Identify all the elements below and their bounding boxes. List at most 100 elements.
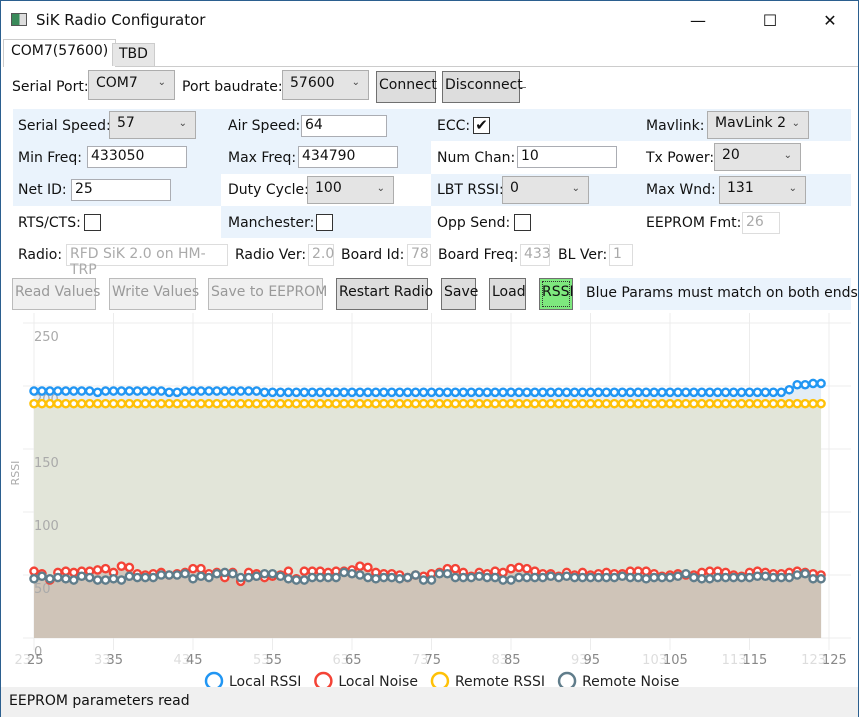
minimize-button[interactable]: — (675, 1, 721, 39)
data-point (299, 398, 310, 409)
duty-cycle-select[interactable]: 100 ⌄ (307, 176, 394, 204)
opp-send-checkbox[interactable] (514, 214, 531, 231)
ecc-checkbox[interactable]: ✔ (473, 117, 490, 134)
data-point (649, 572, 659, 583)
restart-radio-button[interactable]: Restart Radio (336, 278, 433, 310)
rssi-button[interactable]: RSSI (539, 278, 574, 310)
data-point (323, 387, 333, 398)
tx-power-select[interactable]: 20 ⌄ (714, 143, 801, 171)
data-point (68, 398, 79, 409)
serial-port-select[interactable]: COM7 ⌄ (88, 70, 175, 100)
close-button[interactable]: ✕ (807, 1, 853, 39)
x-tick-label: 125 (822, 653, 847, 668)
data-point (752, 398, 763, 409)
data-point (800, 568, 810, 579)
data-point (601, 572, 612, 583)
max-wnd-value: 131 (727, 180, 754, 196)
data-point (736, 398, 747, 409)
data-point (728, 398, 739, 409)
data-point (530, 387, 540, 398)
disconnect-button[interactable]: Disconnect (442, 71, 523, 103)
data-point (633, 387, 644, 398)
data-point (545, 571, 556, 582)
data-point (371, 387, 381, 398)
data-point (450, 387, 461, 398)
min-freq-input[interactable]: 433050 (87, 146, 187, 168)
data-point (61, 386, 71, 396)
lbt-rssi-select[interactable]: 0 ⌄ (502, 176, 589, 204)
y-tick-label: 150 (34, 456, 59, 471)
maximize-button[interactable]: ☐ (747, 1, 793, 39)
data-point (219, 386, 230, 396)
max-wnd-select[interactable]: 131 ⌄ (719, 176, 806, 204)
data-point (283, 387, 294, 398)
data-point (100, 386, 111, 396)
air-speed-input[interactable]: 64 (301, 115, 387, 137)
data-point (538, 572, 548, 583)
data-point (736, 387, 747, 398)
data-point (267, 568, 278, 579)
data-point (363, 398, 373, 409)
data-point (196, 398, 206, 409)
save-to-eeprom-button[interactable]: Save to EEPROM (208, 278, 327, 310)
max-freq-input[interactable]: 434790 (298, 146, 398, 168)
data-point (633, 398, 644, 409)
data-point (442, 398, 453, 409)
data-point (585, 398, 596, 409)
data-point (617, 387, 628, 398)
data-point (84, 386, 95, 396)
data-point (641, 398, 651, 409)
data-point (760, 398, 771, 409)
chevron-down-icon: ⌄ (788, 183, 797, 194)
read-values-button[interactable]: Read Values (12, 278, 100, 310)
data-point (68, 567, 79, 578)
serial-speed-select[interactable]: 57 ⌄ (109, 111, 196, 139)
data-point (259, 387, 270, 398)
tab-com7[interactable]: COM7(57600) (3, 39, 117, 67)
data-point (68, 575, 79, 585)
rts-cts-label: RTS/CTS: (18, 215, 81, 231)
manchester-checkbox[interactable] (316, 214, 333, 231)
data-point (458, 387, 469, 398)
x-tick-label: 85 (504, 653, 521, 668)
blue-params-note: Blue Params must match on both ends! (580, 278, 859, 310)
data-point (402, 572, 413, 583)
data-point (394, 573, 405, 584)
port-baudrate-label: Port baudrate: (182, 79, 283, 95)
data-point (275, 571, 286, 582)
mavlink-select[interactable]: MavLink 2 ⌄ (707, 111, 809, 139)
connect-button[interactable]: Connect (376, 71, 437, 103)
data-point (776, 572, 787, 583)
eeprom-fmt-field: 26 (742, 212, 780, 234)
tab-tbd[interactable]: TBD (112, 43, 155, 66)
data-point (792, 570, 803, 580)
data-point (601, 387, 612, 398)
data-point (450, 572, 461, 583)
num-chan-input[interactable]: 10 (517, 146, 617, 168)
data-point (625, 572, 636, 583)
save-button[interactable]: Save (441, 278, 478, 310)
data-point (498, 387, 508, 398)
data-point (665, 398, 675, 409)
data-point (514, 562, 524, 573)
write-values-button[interactable]: Write Values (109, 278, 199, 310)
baudrate-select[interactable]: 57600 ⌄ (282, 70, 369, 100)
data-point (681, 387, 691, 398)
data-point (665, 387, 675, 398)
data-point (315, 572, 326, 583)
data-point (673, 398, 683, 409)
data-point (514, 398, 524, 409)
data-point (689, 572, 699, 583)
legend-label: Remote Noise (582, 674, 679, 687)
data-point (339, 567, 349, 578)
tx-power-label: Tx Power: (646, 150, 715, 166)
load-button[interactable]: Load (489, 278, 526, 310)
data-point (776, 398, 787, 409)
net-id-input[interactable]: 25 (71, 179, 171, 201)
data-point (649, 398, 659, 409)
rts-cts-checkbox[interactable] (84, 214, 101, 231)
data-point (768, 398, 779, 409)
data-point (92, 565, 103, 575)
data-point (386, 572, 397, 583)
data-point (164, 398, 174, 409)
